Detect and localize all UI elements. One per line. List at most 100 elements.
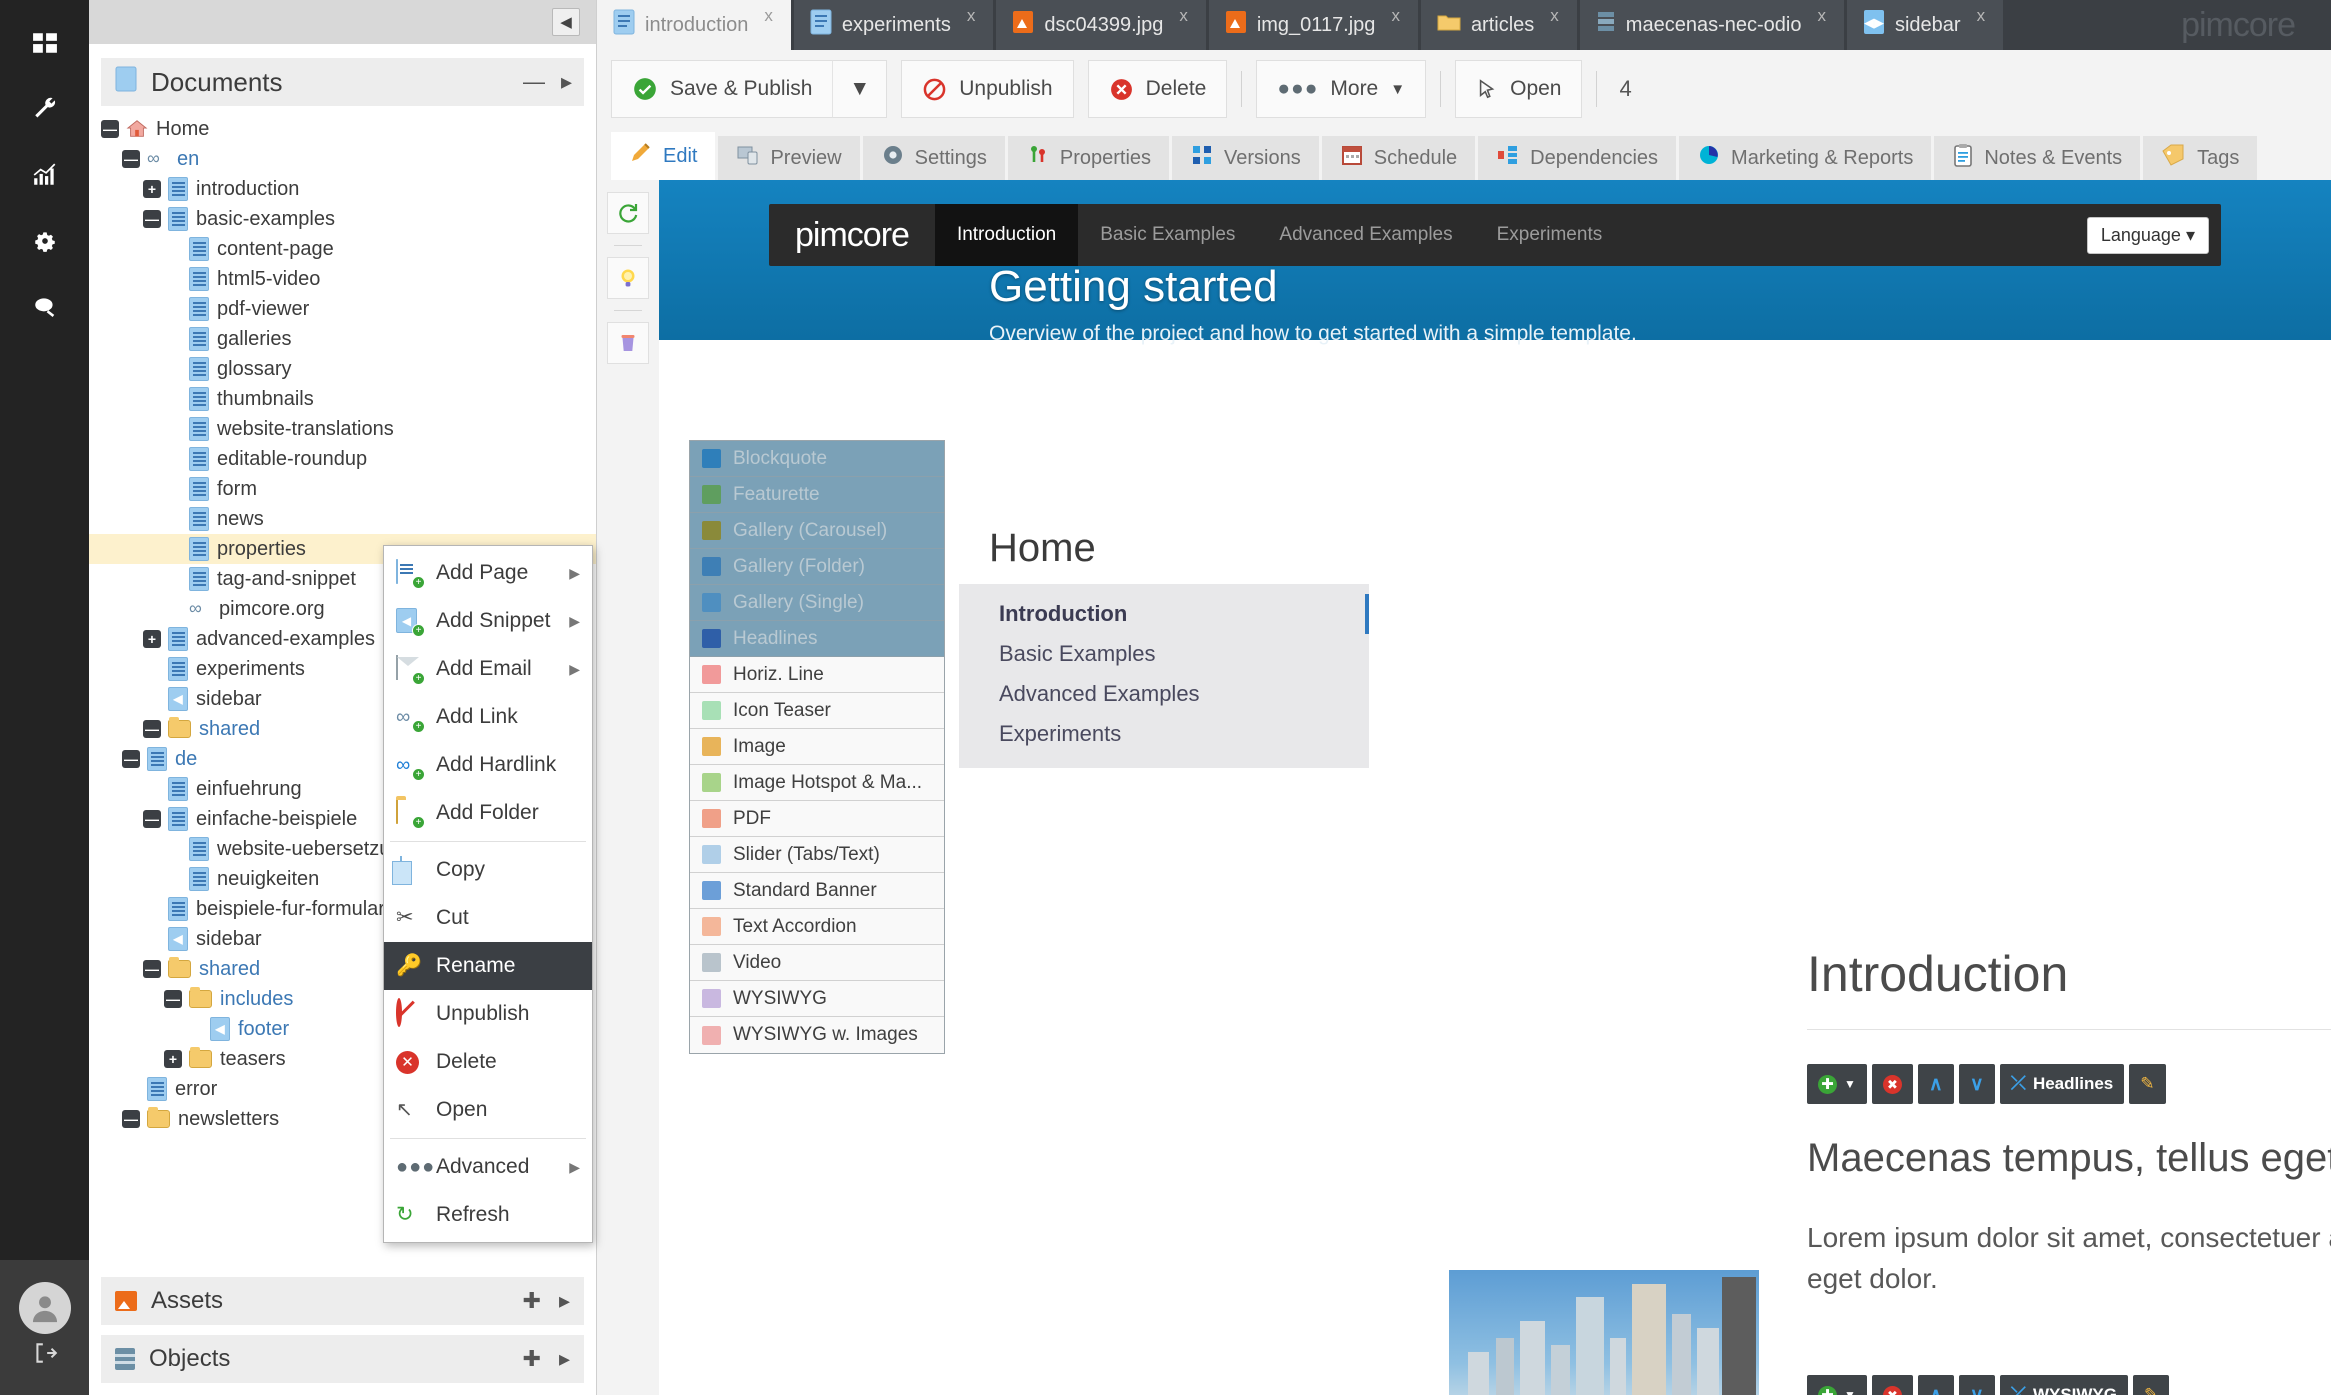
editor-tab-introduction[interactable]: introduction x: [597, 0, 791, 50]
subnav-item-experiments[interactable]: Experiments: [959, 714, 1369, 754]
remove-brick-button[interactable]: ✖: [1871, 1375, 1913, 1395]
site-nav-experiments[interactable]: Experiments: [1475, 204, 1625, 266]
analytics-chart-icon[interactable]: [0, 142, 89, 208]
brick-chooser-overlay[interactable]: Blockquote Featurette Gallery (Carousel) Ga…: [689, 440, 945, 1054]
tree-node-introduction[interactable]: + introduction: [89, 174, 596, 204]
add-object-icon[interactable]: ✚: [523, 1346, 541, 1372]
tree-expander[interactable]: +: [164, 1050, 182, 1068]
tree-expander[interactable]: —: [101, 120, 119, 138]
brick-option-headlines[interactable]: Headlines: [690, 621, 944, 657]
editor-tab-sidebar[interactable]: ◀▶ sidebar x: [1846, 0, 2004, 50]
move-up-button[interactable]: ∧: [1917, 1064, 1954, 1104]
avatar[interactable]: [18, 1282, 71, 1334]
tree-node-Home[interactable]: — Home: [89, 114, 596, 144]
search-icon[interactable]: [0, 274, 89, 340]
context-menu-item-add-link[interactable]: ∞ + Add Link: [384, 693, 592, 741]
move-down-button[interactable]: ∨: [1958, 1064, 1995, 1104]
context-menu-item-refresh[interactable]: ↻ Refresh: [384, 1191, 592, 1239]
subnav-item-basic-examples[interactable]: Basic Examples: [959, 634, 1369, 674]
close-icon[interactable]: x: [1391, 6, 1400, 26]
context-menu-item-add-snippet[interactable]: ◀ + Add Snippet ▶: [384, 597, 592, 645]
tree-expander[interactable]: —: [143, 960, 161, 978]
editor-tab-dsc04399.jpg[interactable]: dsc04399.jpg x: [996, 0, 1206, 50]
brick-option-horiz-line[interactable]: Horiz. Line: [690, 657, 944, 693]
tab-tags[interactable]: Tags: [2143, 136, 2258, 180]
brick-name-badge[interactable]: ⤫ Headlines: [1999, 1064, 2125, 1104]
brick-option-icon-teaser[interactable]: Icon Teaser: [690, 693, 944, 729]
tree-node-pdf-viewer[interactable]: pdf-viewer: [89, 294, 596, 324]
collapse-panel-button[interactable]: ◀: [552, 8, 580, 36]
remove-brick-button[interactable]: ✖: [1871, 1064, 1913, 1104]
tree-expander[interactable]: [164, 870, 182, 888]
close-icon[interactable]: x: [1817, 6, 1826, 26]
close-icon[interactable]: x: [967, 6, 976, 26]
tree-node-website-translations[interactable]: website-translations: [89, 414, 596, 444]
tree-node-editable-roundup[interactable]: editable-roundup: [89, 444, 596, 474]
tree-expander[interactable]: [164, 840, 182, 858]
tab-notes-events[interactable]: Notes & Events: [1934, 136, 2141, 180]
tree-node-en[interactable]: — ∞ en: [89, 144, 596, 174]
tab-schedule[interactable]: Schedule: [1321, 136, 1476, 180]
tree-expander[interactable]: —: [143, 720, 161, 738]
brick-option-pdf[interactable]: PDF: [690, 801, 944, 837]
tree-expander[interactable]: +: [143, 630, 161, 648]
tree-node-form[interactable]: form: [89, 474, 596, 504]
sidebar-item-objects[interactable]: Objects ✚ ▸: [101, 1335, 584, 1383]
move-down-button[interactable]: ∨: [1958, 1375, 1995, 1395]
editor-tab-experiments[interactable]: experiments x: [793, 0, 994, 50]
minimize-icon[interactable]: —: [523, 69, 545, 95]
close-icon[interactable]: x: [764, 6, 773, 26]
brick-option-blockquote[interactable]: Blockquote: [690, 441, 944, 477]
site-nav-advanced-examples[interactable]: Advanced Examples: [1257, 204, 1474, 266]
editor-tab-img_0117.jpg[interactable]: img_0117.jpg x: [1208, 0, 1418, 50]
close-icon[interactable]: x: [1977, 6, 1986, 26]
context-menu-item-add-folder[interactable]: + Add Folder: [384, 789, 592, 837]
move-up-button[interactable]: ∧: [1917, 1375, 1954, 1395]
sidebar-item-assets[interactable]: Assets ✚ ▸: [101, 1277, 584, 1325]
save-options-caret[interactable]: ▼: [832, 60, 888, 118]
site-nav-basic-examples[interactable]: Basic Examples: [1078, 204, 1257, 266]
tree-expander[interactable]: [143, 660, 161, 678]
tree-expander[interactable]: [143, 930, 161, 948]
brick-option-gallery-carousel[interactable]: Gallery (Carousel): [690, 513, 944, 549]
tab-dependencies[interactable]: Dependencies: [1478, 136, 1677, 180]
brick-option-image[interactable]: Image: [690, 729, 944, 765]
context-menu-item-add-hardlink[interactable]: ∞ + Add Hardlink: [384, 741, 592, 789]
tree-node-thumbnails[interactable]: thumbnails: [89, 384, 596, 414]
context-menu-item-rename[interactable]: 🔑 Rename: [384, 942, 592, 990]
tree-node-content-page[interactable]: content-page: [89, 234, 596, 264]
tree-expander[interactable]: [185, 1020, 203, 1038]
tools-wrench-icon[interactable]: [0, 76, 89, 142]
close-icon[interactable]: x: [1550, 6, 1559, 26]
tree-expander[interactable]: [143, 690, 161, 708]
tree-expander[interactable]: [164, 480, 182, 498]
tab-settings[interactable]: Settings: [862, 136, 1005, 180]
brick-option-gallery-single[interactable]: Gallery (Single): [690, 585, 944, 621]
tree-expander[interactable]: [164, 300, 182, 318]
tree-expander[interactable]: [164, 390, 182, 408]
tree-expander[interactable]: [143, 900, 161, 918]
tree-expander[interactable]: —: [164, 990, 182, 1008]
language-dropdown[interactable]: Language ▾: [2086, 216, 2209, 254]
trash-icon[interactable]: [607, 322, 649, 364]
brick-option-video[interactable]: Video: [690, 945, 944, 981]
chevron-right-icon[interactable]: ▸: [559, 1288, 570, 1314]
chevron-right-icon[interactable]: ▸: [559, 1346, 570, 1372]
tree-expander[interactable]: [164, 360, 182, 378]
tree-node-basic-examples[interactable]: — basic-examples: [89, 204, 596, 234]
tab-edit[interactable]: Edit: [611, 132, 716, 180]
reload-icon[interactable]: [607, 192, 649, 234]
context-menu-item-advanced[interactable]: ●●● Advanced ▶: [384, 1143, 592, 1191]
context-menu-item-add-email[interactable]: + Add Email ▶: [384, 645, 592, 693]
brick-option-text-accordion[interactable]: Text Accordion: [690, 909, 944, 945]
tree-expander[interactable]: —: [122, 150, 140, 168]
tree-expander[interactable]: [164, 570, 182, 588]
tree-expander[interactable]: [164, 450, 182, 468]
tree-expander[interactable]: +: [143, 180, 161, 198]
site-nav-introduction[interactable]: Introduction: [934, 204, 1079, 266]
brick-option-gallery-folder[interactable]: Gallery (Folder): [690, 549, 944, 585]
tree-context-menu[interactable]: + Add Page ▶ ◀ + Add Snippet ▶ + Add Email ▶ ∞ + Add…: [383, 545, 593, 1243]
tab-marketing-reports[interactable]: Marketing & Reports: [1679, 136, 1932, 180]
editor-tab-maecenas-nec-odio[interactable]: maecenas-nec-odio x: [1579, 0, 1844, 50]
close-icon[interactable]: x: [1179, 6, 1188, 26]
